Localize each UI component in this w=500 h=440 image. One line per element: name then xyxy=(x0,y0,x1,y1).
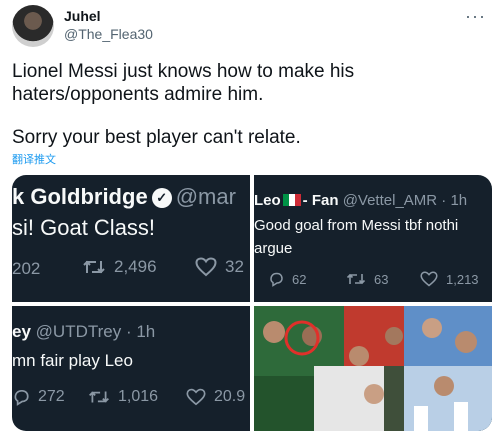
author-name[interactable]: Juhel xyxy=(64,8,101,24)
retweet-stat: 1,016 xyxy=(88,388,158,406)
screenshot-tweet-text: si! Goat Class! xyxy=(12,215,156,240)
screenshot-author-name-suffix: - Fan xyxy=(302,192,339,209)
like-stat: 1,213 xyxy=(420,271,479,287)
retweet-stat: 2,496 xyxy=(82,257,157,277)
like-stat: 32 xyxy=(195,257,244,277)
screenshot-utdtrey[interactable]: ey @UTDTrey · 1h mn fair play Leo 272 1,… xyxy=(12,306,250,431)
media-grid[interactable]: k Goldbridge ✓ @mar si! Goat Class! 202 2,… xyxy=(12,175,492,431)
screenshot-leo-fan[interactable]: Leo - Fan @Vettel_AMR · 1h Good goal from… xyxy=(254,175,492,302)
reply-icon xyxy=(14,389,29,406)
reply-stat: 62 xyxy=(268,271,306,287)
retweet-stat: 63 xyxy=(346,271,388,287)
heart-icon xyxy=(186,388,206,406)
reply-icon xyxy=(270,272,283,287)
verified-badge-icon: ✓ xyxy=(151,188,172,208)
reply-count: 202 xyxy=(12,259,41,278)
crowd-photo-image xyxy=(254,306,492,431)
reply-stat: 272 xyxy=(12,388,65,406)
tweet-text: Lionel Messi just knows how to make his … xyxy=(12,60,482,149)
tweet-text-line: haters/opponents admire him. xyxy=(12,84,264,105)
like-stat: 20.9 xyxy=(186,388,245,406)
screenshot-author-name: ey xyxy=(12,322,31,341)
heart-icon xyxy=(420,271,438,287)
retweet-icon xyxy=(346,273,366,285)
tweet-text-line: Sorry your best player can't relate. xyxy=(12,127,301,148)
screenshot-tweet-text: mn fair play Leo xyxy=(12,351,133,370)
italy-flag-icon xyxy=(282,194,301,206)
more-horizontal-icon[interactable]: ··· xyxy=(465,6,486,27)
screenshot-tweet-text: Good goal from Messi tbf nothi xyxy=(254,217,459,234)
tweet-text-line: Lionel Messi just knows how to make his xyxy=(12,61,355,82)
screenshot-author-name: Leo xyxy=(254,192,281,209)
screenshot-goldbridge[interactable]: k Goldbridge ✓ @mar si! Goat Class! 202 2,… xyxy=(12,175,250,302)
avatar[interactable] xyxy=(12,5,54,47)
translate-link[interactable]: 翻译推文 xyxy=(12,151,56,167)
retweet-icon xyxy=(89,391,109,403)
screenshot-author-name: k Goldbridge xyxy=(12,184,148,209)
heart-icon xyxy=(195,257,217,277)
crowd-photo[interactable] xyxy=(254,306,492,431)
retweet-icon xyxy=(83,260,105,274)
screenshot-author-handle: @mar xyxy=(175,184,236,209)
screenshot-author-handle: @UTDTrey · 1h xyxy=(35,322,156,341)
screenshot-author-handle: @Vettel_AMR · 1h xyxy=(342,192,468,209)
screenshot-tweet-text: argue xyxy=(254,240,293,257)
author-handle[interactable]: @The_Flea30 xyxy=(64,26,153,42)
